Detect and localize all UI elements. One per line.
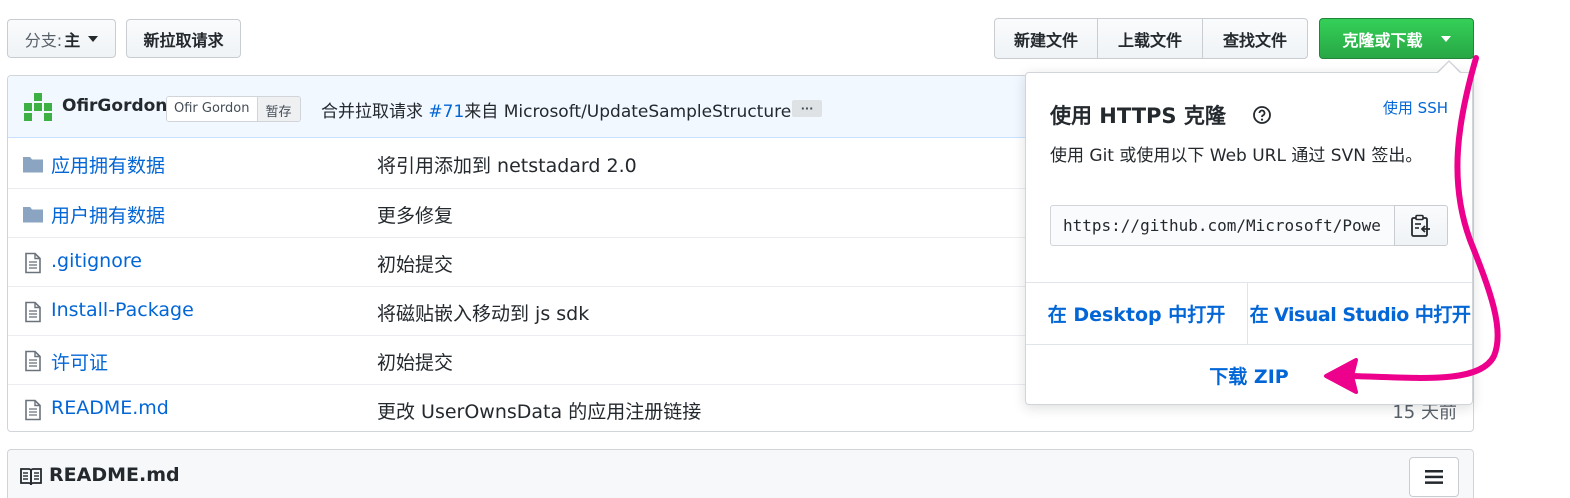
- commit-author-link[interactable]: OfirGordon: [62, 96, 167, 116]
- open-in-desktop-button[interactable]: 在 Desktop 中打开: [1026, 283, 1248, 344]
- expand-commit-button[interactable]: ···: [792, 100, 822, 117]
- file-icon: [25, 252, 41, 274]
- copy-to-clipboard-button[interactable]: [1394, 205, 1448, 246]
- download-zip-button[interactable]: 下载 ZIP: [1026, 345, 1472, 405]
- file-name-link[interactable]: README.md: [51, 397, 169, 419]
- file-name-link[interactable]: .gitignore: [51, 250, 142, 272]
- clone-dropdown-panel: 使用 HTTPS 克隆 使用 SSH 使用 Git 或使用以下 Web URL …: [1025, 72, 1473, 405]
- folder-icon: [23, 207, 43, 223]
- book-icon: [20, 468, 42, 486]
- branch-value: 主: [64, 30, 81, 50]
- folder-icon: [23, 157, 43, 173]
- file-name-link[interactable]: 许可证: [51, 348, 108, 375]
- file-commit-message[interactable]: 初始提交: [377, 250, 453, 277]
- upload-files-button[interactable]: 上载文件: [1097, 18, 1203, 59]
- committer-badge: Ofir Gordon 暂存: [166, 96, 301, 122]
- commit-message-suffix: 来自 Microsoft/UpdateSampleStructure: [464, 102, 792, 122]
- file-actions-group: 新建文件 上载文件 查找文件: [994, 18, 1308, 59]
- question-icon[interactable]: [1252, 105, 1272, 125]
- caret-down-icon: [88, 35, 99, 42]
- file-commit-message[interactable]: 将引用添加到 netstadard 2.0: [377, 151, 637, 178]
- readme-title: README.md: [49, 464, 180, 486]
- commit-message-prefix: 合并拉取请求: [321, 102, 429, 122]
- file-name-link[interactable]: Install-Package: [51, 299, 194, 321]
- file-icon: [25, 350, 41, 372]
- clone-description: 使用 Git 或使用以下 Web URL 通过 SVN 签出。: [1050, 146, 1423, 166]
- dropdown-caret-inner: [1438, 62, 1460, 73]
- file-name-link[interactable]: 应用拥有数据: [51, 151, 165, 178]
- find-file-button[interactable]: 查找文件: [1202, 18, 1308, 59]
- file-commit-message[interactable]: 更改 UserOwnsData 的应用注册链接: [377, 397, 701, 424]
- new-pull-request-button[interactable]: 新拉取请求: [126, 19, 241, 58]
- clone-button-label: 克隆或下载: [1342, 30, 1423, 50]
- create-new-file-button[interactable]: 新建文件: [994, 18, 1098, 59]
- file-name-link[interactable]: 用户拥有数据: [51, 201, 165, 228]
- file-commit-message[interactable]: 更多修复: [377, 201, 453, 228]
- clone-url-input[interactable]: [1050, 205, 1395, 246]
- branch-selector-button[interactable]: 分支: 主: [7, 19, 116, 58]
- clone-panel-title: 使用 HTTPS 克隆: [1050, 104, 1226, 128]
- caret-down-icon: [1440, 35, 1451, 42]
- clipboard-icon: [1411, 214, 1430, 237]
- committed-status: 暂存: [256, 97, 300, 121]
- open-in-visual-studio-button[interactable]: 在 Visual Studio 中打开: [1248, 283, 1472, 344]
- commit-message[interactable]: 合并拉取请求 #71来自 Microsoft/UpdateSampleStruc…: [321, 97, 791, 122]
- use-ssh-link[interactable]: 使用 SSH: [1383, 97, 1448, 118]
- file-commit-message[interactable]: 初始提交: [377, 348, 453, 375]
- committer-name: Ofir Gordon: [167, 97, 257, 121]
- pull-request-link[interactable]: #71: [428, 102, 464, 122]
- file-commit-message[interactable]: 将磁贴嵌入移动到 js sdk: [377, 299, 589, 326]
- file-icon: [25, 301, 41, 323]
- readme-header: README.md: [7, 449, 1474, 498]
- clone-or-download-button[interactable]: 克隆或下载: [1319, 18, 1474, 59]
- avatar[interactable]: [24, 93, 52, 121]
- readme-menu-button[interactable]: [1409, 457, 1459, 497]
- file-icon: [25, 399, 41, 421]
- list-icon: [1425, 470, 1443, 484]
- branch-label: 分支:: [24, 30, 63, 50]
